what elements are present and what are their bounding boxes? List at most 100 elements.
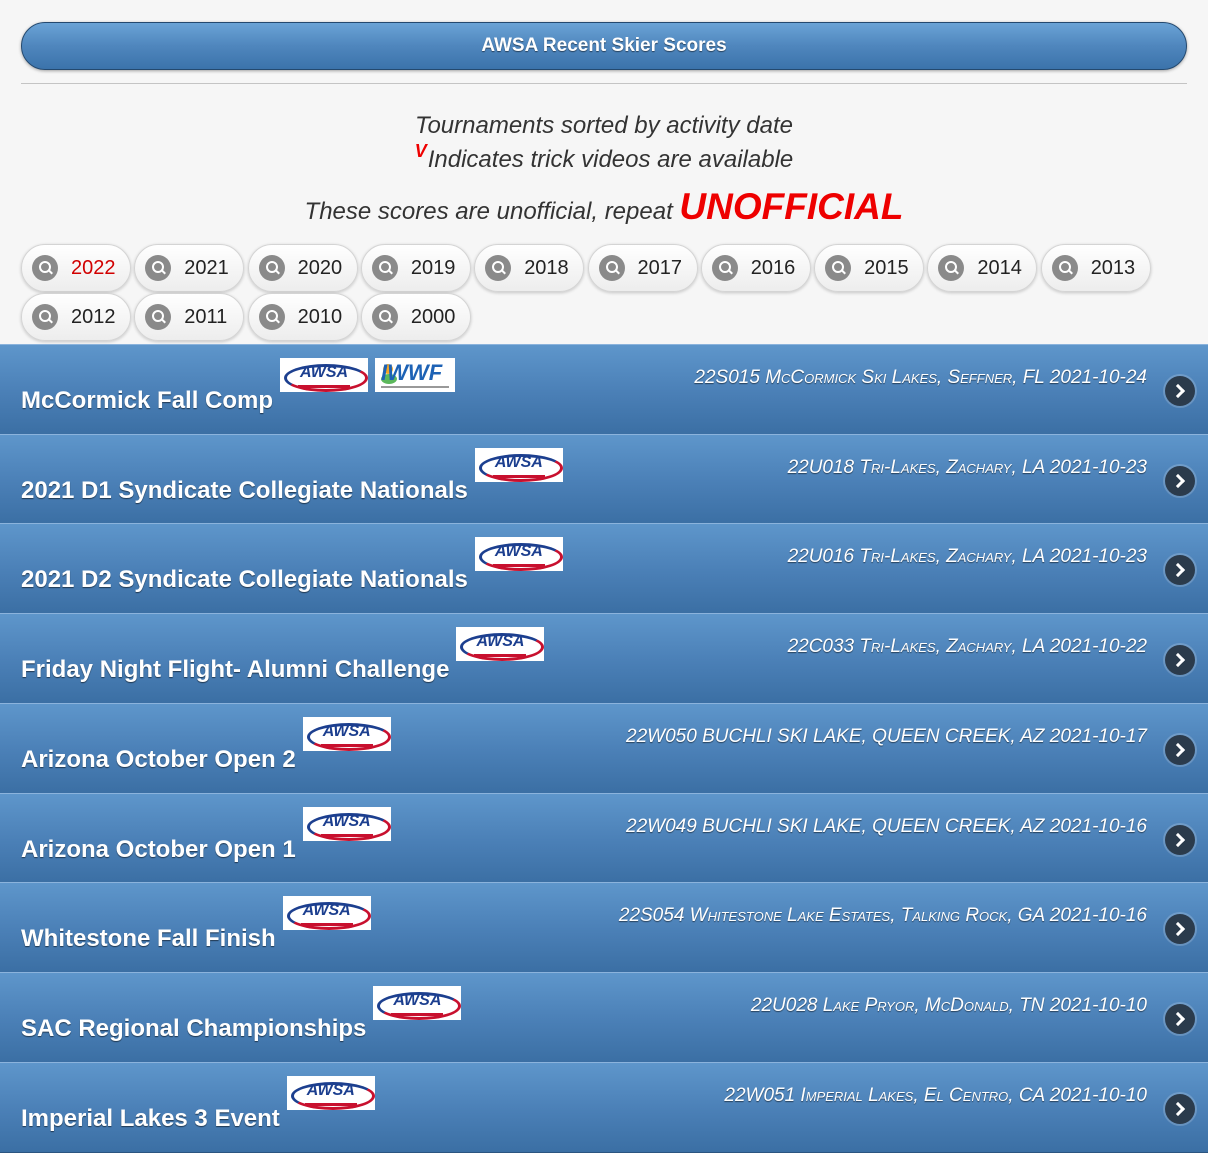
chevron-right-icon[interactable] [1165, 376, 1195, 406]
year-button-2017[interactable]: 2017 [587, 244, 698, 292]
year-button-2018[interactable]: 2018 [474, 244, 585, 292]
year-button-2013[interactable]: 2013 [1040, 244, 1151, 292]
search-icon [825, 255, 852, 281]
year-button-2022[interactable]: 2022 [21, 244, 131, 292]
tournament-meta: 22W051 Imperial Lakes, El Centro, CA 202… [724, 1084, 1147, 1106]
year-label: 2017 [637, 256, 683, 279]
search-icon [32, 304, 58, 330]
tournament-title: McCormick Fall Comp AWSA IWWF [21, 358, 456, 415]
tournament-row[interactable]: Whitestone Fall Finish AWSA 22S054 Whitest… [0, 882, 1208, 974]
chevron-right-icon[interactable] [1165, 734, 1195, 765]
year-button-2011[interactable]: 2011 [134, 293, 245, 341]
sanction-badges: AWSA [302, 716, 391, 758]
year-button-2010[interactable]: 2010 [247, 293, 358, 341]
sanction-badges: AWSA [282, 896, 371, 937]
search-icon [938, 255, 965, 281]
year-label: 2018 [524, 256, 569, 279]
search-icon [598, 255, 625, 281]
tournament-meta: 22U016 Tri-Lakes, Zachary, LA 2021-10-23 [787, 546, 1147, 568]
intro-video-note: VIndicates trick videos are available [0, 141, 1208, 174]
year-label: 2013 [1090, 256, 1136, 279]
year-button-2016[interactable]: 2016 [700, 244, 811, 292]
year-label: 2014 [977, 256, 1022, 279]
year-button-2020[interactable]: 2020 [247, 244, 358, 292]
tournament-row[interactable]: Arizona October Open 2 AWSA 22W050 BUCHLI … [0, 702, 1208, 794]
tournament-meta: 22S054 Whitestone Lake Estates, Talking … [618, 905, 1147, 927]
year-label: 2022 [71, 256, 116, 279]
tournament-row[interactable]: McCormick Fall Comp AWSA IWWF 22S015 McCorm… [0, 344, 1208, 435]
sanction-badges: AWSA IWWF [280, 358, 456, 399]
tournament-name: Arizona October Open 1 [21, 835, 296, 863]
awsa-logo: AWSA [302, 716, 391, 751]
year-label: 2020 [297, 256, 343, 279]
tournament-row[interactable]: 2021 D1 Syndicate Collegiate Nationals AW… [0, 433, 1208, 525]
intro-unofficial-note: These scores are unofficial, repeat UNOF… [0, 186, 1208, 228]
tournament-row[interactable]: 2021 D2 Syndicate Collegiate Nationals AW… [0, 523, 1208, 615]
year-label: 2011 [184, 305, 228, 328]
tournament-name: 2021 D2 Syndicate Collegiate Nationals [21, 566, 468, 594]
tournament-title: Friday Night Flight- Alumni Challenge AWS… [21, 627, 545, 684]
search-icon [371, 255, 398, 281]
awsa-logo: AWSA [474, 447, 563, 482]
tournament-meta: 22C033 Tri-Lakes, Zachary, LA 2021-10-22 [787, 636, 1147, 658]
awsa-logo: AWSA [302, 806, 391, 841]
search-icon [32, 255, 58, 281]
awsa-logo: AWSA [282, 896, 371, 931]
year-button-2015[interactable]: 2015 [814, 244, 925, 292]
search-icon [1051, 255, 1078, 281]
tournament-title: Whitestone Fall Finish AWSA [21, 896, 371, 953]
tournament-row[interactable]: Friday Night Flight- Alumni Challenge AWS… [0, 613, 1208, 705]
search-icon [485, 255, 512, 281]
year-button-2012[interactable]: 2012 [21, 293, 131, 341]
unofficial-emphasis: UNOFFICIAL [679, 186, 904, 227]
tournament-meta: 22W050 BUCHLI SKI LAKE, QUEEN CREEK, AZ … [626, 725, 1147, 747]
tournament-meta: 22U018 Tri-Lakes, Zachary, LA 2021-10-23 [787, 456, 1147, 478]
year-label: 2000 [410, 305, 456, 328]
video-indicator-icon: V [414, 141, 427, 161]
tournament-row[interactable]: Imperial Lakes 3 Event AWSA 22W051 Imperia… [0, 1061, 1208, 1153]
year-button-2021[interactable]: 2021 [134, 244, 245, 292]
year-label: 2012 [71, 305, 116, 328]
chevron-right-icon[interactable] [1165, 1003, 1195, 1034]
sanction-badges: AWSA [474, 537, 563, 578]
tournament-meta: 22U028 Lake Pryor, McDonald, TN 2021-10-… [750, 994, 1147, 1016]
iwwf-logo: IWWF [375, 358, 456, 392]
tournament-title: Arizona October Open 2 AWSA [21, 716, 391, 774]
chevron-right-icon[interactable] [1165, 914, 1195, 945]
page-title: AWSA Recent Skier Scores [481, 35, 727, 56]
year-button-2014[interactable]: 2014 [927, 244, 1038, 292]
awsa-logo: AWSA [373, 985, 462, 1020]
page-header: AWSA Recent Skier Scores [21, 22, 1187, 70]
sanction-badges: AWSA [474, 447, 563, 489]
year-label: 2010 [297, 305, 343, 328]
awsa-logo: AWSA [286, 1075, 375, 1110]
sanction-badges: AWSA [302, 806, 391, 848]
tournament-meta: 22S015 McCormick Ski Lakes, Seffner, FL … [694, 367, 1147, 388]
tournament-row[interactable]: Arizona October Open 1 AWSA 22W049 BUCHLI … [0, 792, 1208, 884]
chevron-right-icon[interactable] [1165, 824, 1195, 855]
year-button-2019[interactable]: 2019 [360, 244, 471, 292]
tournament-row[interactable]: SAC Regional Championships AWSA 22U028 Lak… [0, 971, 1208, 1063]
search-icon [145, 304, 172, 330]
chevron-right-icon[interactable] [1165, 645, 1195, 676]
year-label: 2016 [750, 256, 796, 279]
awsa-logo: AWSA [474, 537, 563, 572]
search-icon [258, 255, 285, 281]
search-icon [711, 255, 738, 281]
sanction-badges: AWSA [373, 985, 462, 1027]
awsa-logo: AWSA [280, 358, 369, 392]
year-button-2000[interactable]: 2000 [360, 293, 471, 341]
tournament-title: Arizona October Open 1 AWSA [21, 806, 391, 864]
header-divider [21, 83, 1187, 84]
tournament-name: 2021 D1 Syndicate Collegiate Nationals [21, 476, 468, 504]
tournament-name: SAC Regional Championships [21, 1014, 367, 1042]
tournament-name: Imperial Lakes 3 Event [21, 1104, 280, 1132]
intro-sort-note: Tournaments sorted by activity date [415, 112, 793, 139]
unofficial-prefix: These scores are unofficial, repeat [304, 198, 680, 225]
chevron-right-icon[interactable] [1165, 555, 1195, 586]
search-icon [258, 304, 285, 330]
chevron-right-icon[interactable] [1165, 1093, 1195, 1124]
tournament-name: Whitestone Fall Finish [21, 925, 276, 953]
tournament-meta: 22W049 BUCHLI SKI LAKE, QUEEN CREEK, AZ … [626, 815, 1147, 837]
chevron-right-icon[interactable] [1165, 465, 1195, 496]
